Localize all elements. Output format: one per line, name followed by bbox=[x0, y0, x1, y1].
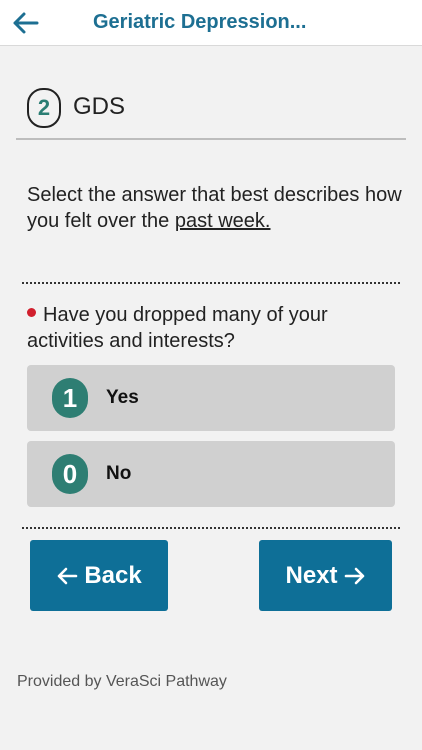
page-title: Geriatric Depression... bbox=[93, 11, 307, 33]
arrow-left-icon bbox=[56, 566, 78, 586]
arrow-right-icon bbox=[344, 566, 366, 586]
option-yes[interactable]: 1 Yes bbox=[27, 365, 395, 431]
footer-credit: Provided by VeraSci Pathway bbox=[17, 673, 227, 690]
app-header: Geriatric Depression... bbox=[0, 0, 422, 46]
option-number-badge: 0 bbox=[52, 454, 88, 494]
divider-top bbox=[22, 282, 400, 284]
option-number-badge: 1 bbox=[52, 378, 88, 418]
step-indicator: 2 GDS bbox=[16, 84, 406, 140]
back-button-label: Back bbox=[84, 561, 142, 589]
option-label: No bbox=[106, 463, 132, 484]
divider-bottom bbox=[22, 527, 400, 529]
back-arrow-icon[interactable] bbox=[8, 6, 42, 40]
option-no[interactable]: 0 No bbox=[27, 441, 395, 507]
next-button-label: Next bbox=[285, 561, 338, 589]
required-bullet-icon bbox=[27, 308, 36, 318]
question-label: Have you dropped many of your activities… bbox=[27, 304, 328, 352]
step-label: GDS bbox=[73, 93, 126, 120]
back-button[interactable]: Back bbox=[30, 540, 168, 611]
next-button[interactable]: Next bbox=[259, 540, 392, 611]
question-text: Have you dropped many of your activities… bbox=[27, 302, 397, 354]
instruction-text: Select the answer that best describes ho… bbox=[27, 182, 402, 234]
step-number-badge: 2 bbox=[27, 88, 61, 128]
instruction-underlined: past week. bbox=[174, 210, 271, 232]
option-label: Yes bbox=[106, 387, 139, 408]
